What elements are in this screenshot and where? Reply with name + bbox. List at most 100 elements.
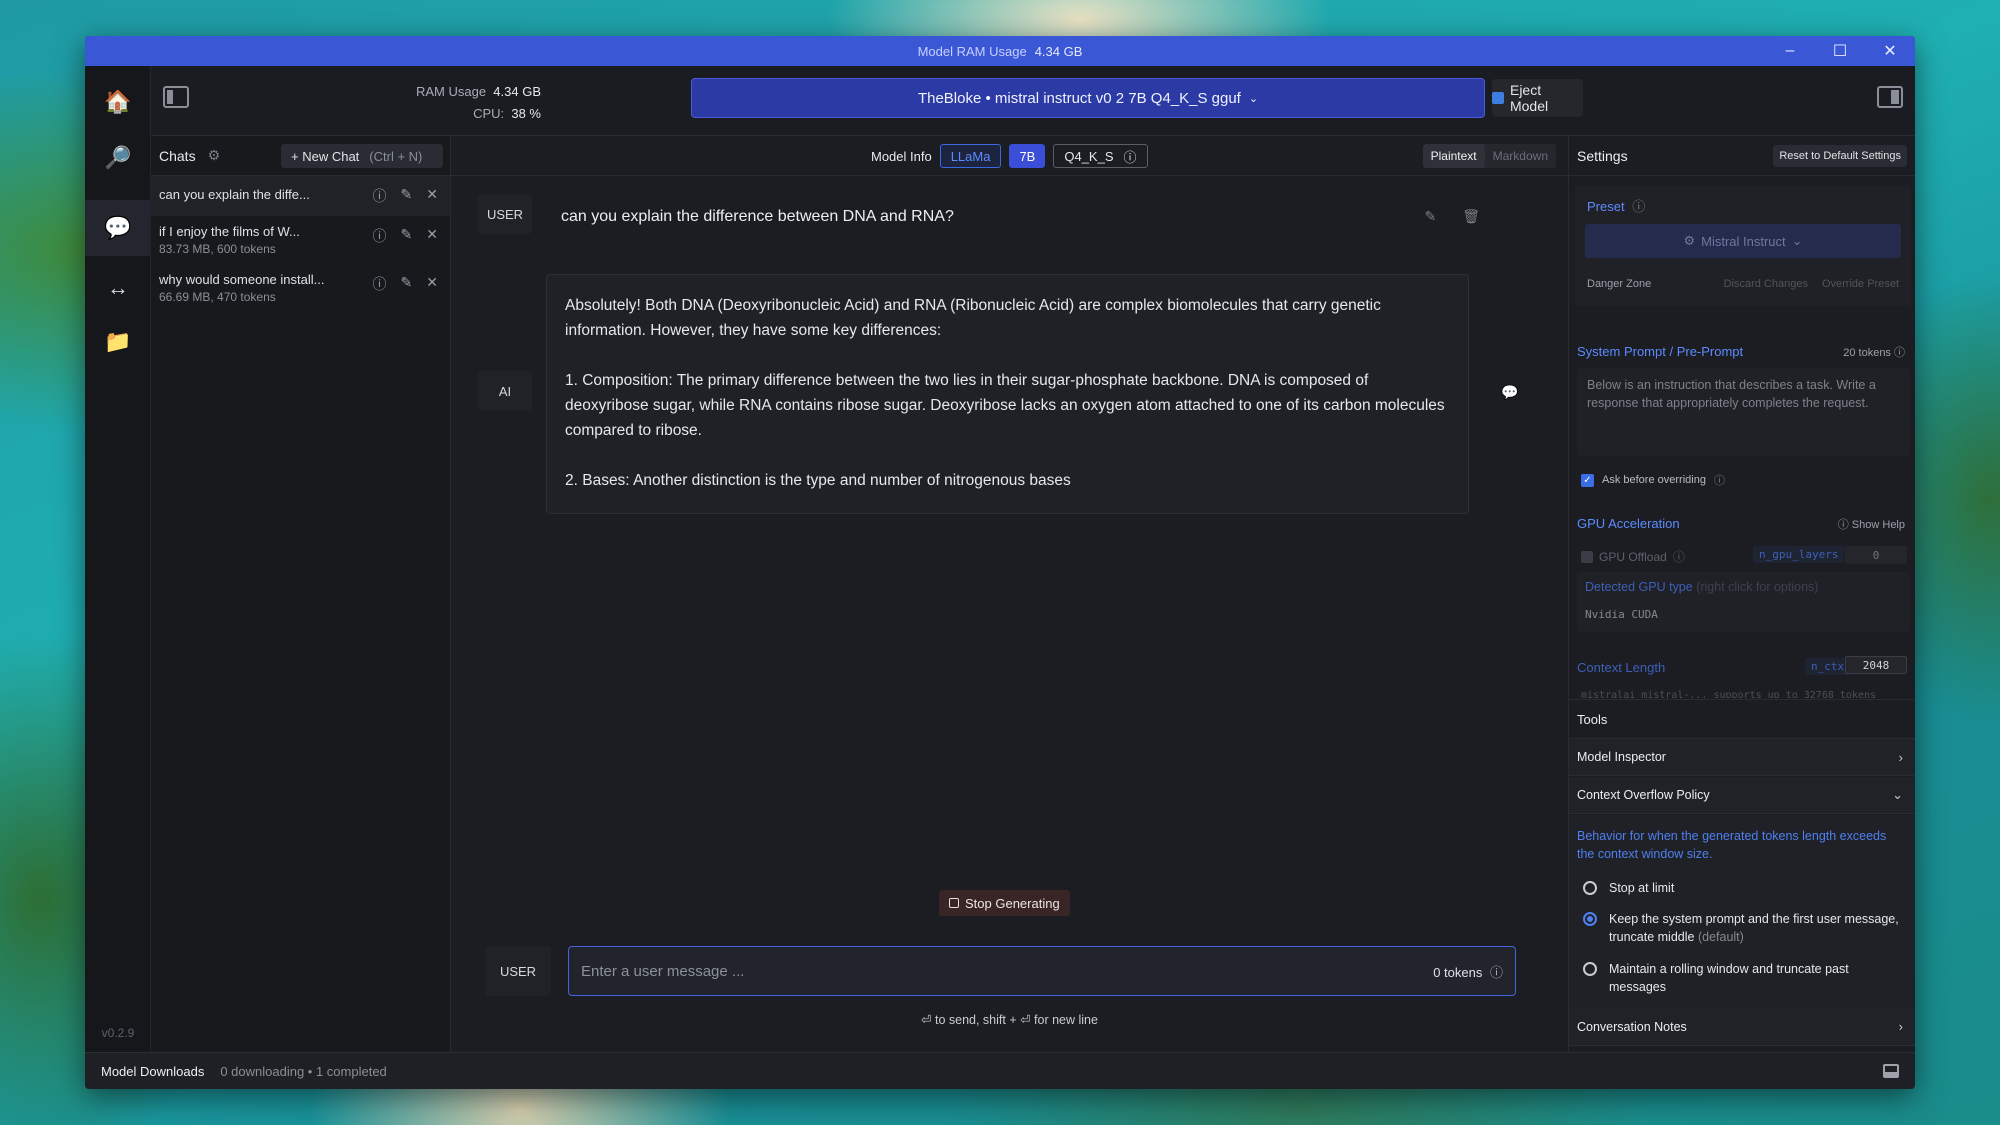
- close-button[interactable]: ✕: [1865, 36, 1915, 66]
- trash-icon[interactable]: 🗑: [1462, 208, 1480, 225]
- window-controls: – ☐ ✕: [1765, 36, 1915, 66]
- chat-list-panel: Chats ⚙ + New Chat (Ctrl + N) can you ex…: [151, 136, 451, 1052]
- settings-header: Settings Reset to Default Settings: [1569, 136, 1915, 176]
- system-prompt-token-count: 20 tokens: [1843, 347, 1891, 359]
- info-icon[interactable]: ⓘ: [373, 274, 387, 294]
- edit-icon[interactable]: ✎: [401, 186, 413, 206]
- model-inspector-row[interactable]: Model Inspector ›: [1569, 739, 1915, 776]
- preset-select[interactable]: ⚙ Mistral Instruct ⌄: [1585, 224, 1901, 258]
- edit-icon[interactable]: ✎: [401, 226, 413, 246]
- search-icon[interactable]: 🔎: [85, 130, 151, 186]
- comment-icon[interactable]: 💬: [1501, 384, 1518, 401]
- message-input[interactable]: [581, 947, 1381, 995]
- info-icon[interactable]: ⓘ: [1673, 548, 1685, 565]
- radio-icon[interactable]: [1583, 962, 1597, 976]
- edit-icon[interactable]: ✎: [401, 274, 413, 294]
- model-selector[interactable]: TheBloke • mistral instruct v0 2 7B Q4_K…: [691, 78, 1485, 118]
- system-prompt-input[interactable]: Below is an instruction that describes a…: [1577, 368, 1910, 456]
- user-role-tag[interactable]: USER: [478, 194, 532, 234]
- app-version: v0.2.9: [101, 1026, 135, 1040]
- overflow-option-rolling-window[interactable]: Maintain a rolling window and truncate p…: [1583, 960, 1903, 996]
- checkbox-checked-icon[interactable]: ✓: [1581, 473, 1594, 487]
- overflow-option-label: Maintain a rolling window and truncate p…: [1609, 962, 1849, 994]
- send-hint: ⏎ to send, shift + ⏎ for new line: [921, 1013, 1098, 1027]
- info-icon[interactable]: ⓘ: [1124, 147, 1137, 166]
- info-icon[interactable]: ⓘ: [1632, 199, 1645, 214]
- preset-value: Mistral Instruct: [1701, 233, 1786, 249]
- ask-before-overriding-row[interactable]: ✓ Ask before overriding ⓘ: [1581, 472, 1725, 488]
- chat-list-item[interactable]: can you explain the diffe... ⓘ ✎ ✕: [151, 176, 450, 216]
- overflow-option-truncate-middle[interactable]: Keep the system prompt and the first use…: [1583, 910, 1903, 946]
- chat-list-item[interactable]: if I enjoy the films of W... 83.73 MB, 6…: [151, 216, 450, 256]
- overflow-option-stop[interactable]: Stop at limit: [1583, 879, 1903, 897]
- title-bar: Model RAM Usage 4.34 GB – ☐ ✕: [85, 36, 1915, 66]
- radio-icon[interactable]: [1583, 881, 1597, 895]
- gpu-acceleration-label: GPU Acceleration: [1577, 516, 1680, 531]
- overflow-option-label: Stop at limit: [1609, 881, 1675, 895]
- model-selector-label: TheBloke • mistral instruct v0 2 7B Q4_K…: [917, 89, 1241, 107]
- chevron-down-icon: ⌄: [1892, 787, 1903, 802]
- home-icon[interactable]: 🏠: [85, 74, 151, 130]
- chevron-right-icon: ›: [1898, 749, 1903, 765]
- radio-selected-icon[interactable]: [1583, 912, 1597, 926]
- right-panel-toggle-icon[interactable]: [1877, 86, 1903, 108]
- gear-icon[interactable]: ⚙: [208, 147, 221, 164]
- edit-icon[interactable]: ✎: [1424, 208, 1436, 225]
- stop-label: Stop Generating: [965, 895, 1060, 911]
- input-token-count: 0 tokens ⓘ: [1433, 962, 1503, 981]
- danger-zone-label: Danger Zone: [1587, 278, 1652, 290]
- chat-list-item[interactable]: why would someone install... 66.69 MB, 4…: [151, 264, 450, 304]
- preset-label-text: Preset: [1587, 199, 1625, 214]
- info-icon[interactable]: ⓘ: [373, 186, 387, 206]
- app-window: Model RAM Usage 4.34 GB – ☐ ✕ 🏠 🔎 💬 ↔ 📁 …: [85, 36, 1915, 1089]
- resource-stats: RAM Usage 4.34 GB CPU: 38 %: [381, 81, 541, 125]
- minimize-button[interactable]: –: [1765, 36, 1815, 66]
- override-preset-button[interactable]: Override Preset: [1822, 278, 1899, 290]
- reset-settings-button[interactable]: Reset to Default Settings: [1773, 145, 1907, 167]
- conversation-notes-row[interactable]: Conversation Notes ›: [1569, 1008, 1915, 1046]
- chat-actions: ⓘ ✎ ✕: [373, 226, 438, 246]
- overflow-option-note: (default): [1697, 930, 1744, 944]
- checkbox-unchecked-icon[interactable]: [1581, 550, 1593, 563]
- stop-generating-button[interactable]: Stop Generating: [939, 890, 1070, 916]
- panel-toggle-icon[interactable]: [1883, 1064, 1899, 1078]
- system-prompt-label: System Prompt / Pre-Prompt: [1577, 344, 1744, 359]
- info-icon[interactable]: ⓘ: [1490, 965, 1503, 980]
- gpu-offload-row[interactable]: GPU Offload ⓘ: [1581, 548, 1685, 565]
- server-icon[interactable]: ↔: [85, 260, 151, 316]
- input-role-tag[interactable]: USER: [485, 946, 551, 996]
- ask-before-overriding-label: Ask before overriding: [1602, 474, 1706, 486]
- detected-gpu-title: Detected GPU type: [1585, 580, 1693, 594]
- delete-icon[interactable]: ✕: [426, 226, 438, 246]
- ai-role-tag[interactable]: AI: [478, 371, 532, 411]
- model-downloads-button[interactable]: Model Downloads: [101, 1064, 204, 1079]
- downloads-status: 0 downloading • 1 completed: [220, 1063, 387, 1079]
- info-icon[interactable]: ⓘ: [373, 226, 387, 246]
- top-bar: RAM Usage 4.34 GB CPU: 38 % TheBloke • m…: [151, 66, 1915, 136]
- detected-gpu-card[interactable]: Detected GPU type (right click for optio…: [1577, 572, 1910, 632]
- context-length-label: Context Length: [1577, 660, 1666, 675]
- new-chat-shortcut: (Ctrl + N): [369, 148, 423, 164]
- delete-icon[interactable]: ✕: [426, 186, 438, 206]
- message-input-box: 0 tokens ⓘ: [568, 946, 1516, 996]
- context-overflow-label: Context Overflow Policy: [1577, 788, 1710, 802]
- n-ctx-input[interactable]: 2048: [1845, 656, 1907, 674]
- show-help-button[interactable]: ⓘ Show Help: [1838, 516, 1905, 532]
- n-gpu-layers-input[interactable]: 0: [1845, 546, 1907, 564]
- info-icon[interactable]: ⓘ: [1714, 472, 1725, 488]
- quant-badge: Q4_K_S ⓘ: [1053, 144, 1148, 168]
- folder-icon[interactable]: 📁: [85, 314, 151, 370]
- eject-model-button[interactable]: Eject Model: [1492, 79, 1583, 117]
- context-overflow-row[interactable]: Context Overflow Policy ⌄: [1569, 777, 1915, 814]
- delete-icon[interactable]: ✕: [426, 274, 438, 294]
- maximize-button[interactable]: ☐: [1815, 36, 1865, 66]
- discard-changes-button[interactable]: Discard Changes: [1724, 278, 1808, 290]
- user-message: can you explain the difference between D…: [561, 208, 954, 225]
- plaintext-button[interactable]: Plaintext: [1422, 144, 1485, 168]
- new-chat-button[interactable]: + New Chat (Ctrl + N): [281, 144, 443, 168]
- info-icon[interactable]: ⓘ: [1894, 347, 1905, 359]
- markdown-button[interactable]: Markdown: [1485, 144, 1556, 168]
- chat-icon[interactable]: 💬: [85, 200, 151, 256]
- sidebar-toggle-icon[interactable]: [163, 86, 189, 108]
- preset-card: Preset ⓘ ⚙ Mistral Instruct ⌄ Danger Zon…: [1575, 186, 1911, 306]
